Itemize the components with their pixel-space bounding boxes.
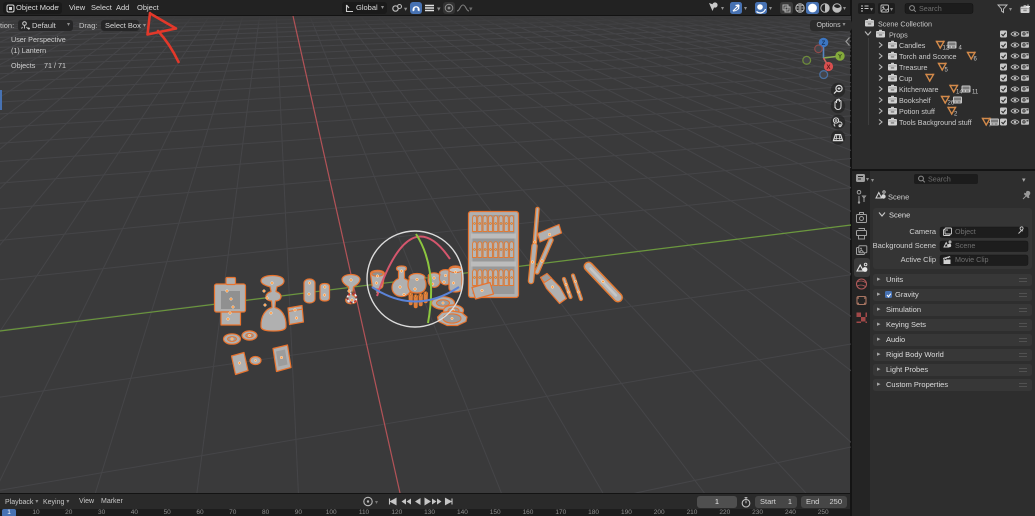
svg-text:▾: ▾ [437, 6, 441, 13]
svg-text:Candles: Candles [899, 41, 926, 50]
svg-text:▾: ▾ [769, 6, 772, 12]
svg-text:▾: ▾ [843, 6, 846, 12]
svg-text:Search: Search [919, 4, 942, 13]
svg-text:▾: ▾ [469, 6, 473, 13]
svg-text:Potion stuff: Potion stuff [899, 107, 935, 116]
svg-text:11: 11 [972, 90, 979, 96]
svg-text:▾: ▾ [870, 7, 873, 13]
svg-text:Movie Clip: Movie Clip [955, 255, 989, 264]
svg-text:Scene: Scene [955, 241, 975, 250]
svg-text:Bookshelf: Bookshelf [899, 96, 931, 105]
svg-text:Treasure: Treasure [899, 63, 928, 72]
svg-text:2: 2 [954, 112, 958, 118]
svg-text:▾: ▾ [375, 500, 378, 506]
svg-text:▾: ▾ [1009, 7, 1012, 13]
svg-text:Torch and Sconce: Torch and Sconce [899, 52, 957, 61]
svg-text:Kitchenware: Kitchenware [899, 85, 939, 94]
svg-text:Search: Search [928, 175, 951, 184]
svg-text:Active Clip: Active Clip [901, 255, 936, 264]
svg-text:▾: ▾ [871, 178, 874, 184]
svg-text:▾: ▾ [890, 7, 893, 13]
svg-text:▾: ▾ [404, 6, 408, 13]
svg-text:▾: ▾ [1022, 177, 1026, 184]
svg-text:Scene: Scene [888, 193, 909, 202]
svg-text:Tools Background stuff: Tools Background stuff [899, 118, 972, 127]
svg-text:▾: ▾ [744, 6, 747, 12]
svg-text:Props: Props [889, 31, 908, 40]
svg-text:4: 4 [959, 46, 963, 52]
svg-text:▾: ▾ [721, 6, 724, 12]
svg-text:Cup: Cup [899, 74, 912, 83]
svg-text:Object: Object [955, 227, 976, 236]
svg-text:▾: ▾ [866, 177, 869, 183]
svg-text:Camera: Camera [909, 227, 937, 236]
svg-text:6: 6 [974, 57, 978, 63]
svg-text:Background Scene: Background Scene [873, 241, 936, 250]
svg-text:Scene Collection: Scene Collection [878, 20, 932, 29]
svg-text:Scene: Scene [889, 211, 910, 220]
svg-text:5: 5 [945, 68, 949, 74]
